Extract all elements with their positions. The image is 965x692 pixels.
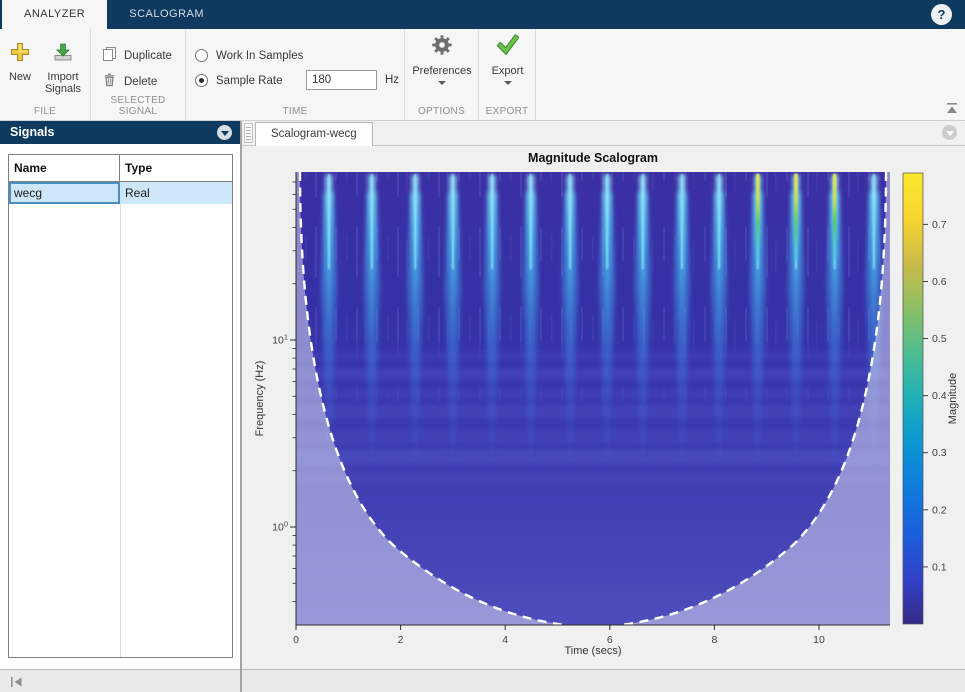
- column-divider: [120, 155, 121, 657]
- signals-table-header: Name Type: [9, 155, 232, 182]
- svg-text:0.1: 0.1: [932, 561, 947, 573]
- y-axis-label: Frequency (Hz): [254, 361, 266, 437]
- duplicate-icon: [102, 46, 117, 66]
- section-label-options: OPTIONS: [405, 106, 478, 117]
- scalogram-plot: 0246810100101Magnitude ScalogramTime (se…: [250, 147, 965, 661]
- svg-text:0.2: 0.2: [932, 504, 947, 516]
- signals-panel-header: Signals: [0, 121, 240, 144]
- work-in-samples-label: Work In Samples: [216, 50, 303, 62]
- section-export: Export EXPORT: [479, 29, 536, 120]
- signal-name-cell[interactable]: wecg: [9, 182, 120, 204]
- import-signals-label: Import Signals: [38, 71, 88, 95]
- duplicate-label: Duplicate: [124, 50, 172, 62]
- chevron-down-icon: [946, 131, 954, 136]
- sample-rate-radio[interactable]: Sample Rate: [195, 73, 282, 88]
- svg-text:0.4: 0.4: [932, 390, 947, 402]
- sample-rate-unit: Hz: [385, 74, 399, 86]
- panel-splitter[interactable]: [240, 121, 242, 692]
- section-selected-signal: Duplicate Delete SELECTED SIGNAL: [91, 29, 186, 120]
- new-button[interactable]: New: [2, 42, 38, 83]
- ribbon-toolbar: New Import Signals FILE: [0, 29, 965, 121]
- figure-area: 0246810100101Magnitude ScalogramTime (se…: [242, 146, 965, 669]
- tab-analyzer[interactable]: ANALYZER: [2, 0, 107, 29]
- scalogram-image: [296, 172, 890, 625]
- preferences-label: Preferences: [412, 65, 471, 77]
- sample-rate-input[interactable]: [306, 70, 377, 90]
- delete-button[interactable]: Delete: [102, 73, 157, 91]
- preferences-button[interactable]: Preferences: [405, 34, 479, 85]
- collapse-ribbon-button[interactable]: [945, 102, 959, 114]
- tab-scalogram[interactable]: SCALOGRAM: [107, 0, 226, 29]
- gear-icon: [431, 34, 453, 61]
- tab-scalogram-wecg[interactable]: Scalogram-wecg: [255, 122, 373, 147]
- check-icon: [497, 34, 519, 61]
- radio-selected-icon: [195, 74, 208, 87]
- svg-text:0: 0: [293, 634, 299, 646]
- svg-text:101: 101: [272, 333, 288, 347]
- panel-menu-button[interactable]: [217, 125, 232, 140]
- radio-unselected-icon: [195, 49, 208, 62]
- section-time: Work In Samples Sample Rate Hz TIME: [186, 29, 405, 120]
- svg-text:4: 4: [502, 634, 508, 646]
- work-in-samples-radio[interactable]: Work In Samples: [195, 48, 303, 63]
- chevron-down-icon: [438, 81, 446, 85]
- table-row[interactable]: wecg Real: [9, 182, 232, 204]
- import-signals-button[interactable]: Import Signals: [38, 42, 88, 95]
- signals-panel: Signals Name Type wecg Real: [0, 121, 240, 669]
- section-label-time: TIME: [186, 106, 404, 117]
- signal-type-cell[interactable]: Real: [120, 182, 232, 204]
- export-button[interactable]: Export: [479, 34, 536, 85]
- signals-panel-title: Signals: [10, 125, 54, 139]
- svg-text:0.5: 0.5: [932, 333, 947, 345]
- wavelet-analyzer-app: ANALYZER SCALOGRAM ? New: [0, 0, 965, 692]
- collapse-panel-icon[interactable]: [10, 675, 23, 692]
- svg-text:100: 100: [272, 520, 288, 534]
- chevron-down-icon: [221, 131, 229, 136]
- svg-text:10: 10: [813, 634, 825, 646]
- delete-label: Delete: [124, 76, 157, 88]
- chevron-down-icon: [504, 81, 512, 85]
- duplicate-button[interactable]: Duplicate: [102, 47, 172, 65]
- document-area: Scalogram-wecg 0246810100101Magnitude Sc…: [242, 121, 965, 669]
- section-label-selected-signal: SELECTED SIGNAL: [91, 95, 185, 117]
- x-axis-label: Time (secs): [564, 645, 621, 657]
- ribbon-spacer: [536, 29, 965, 120]
- export-label: Export: [492, 65, 524, 77]
- svg-text:0.7: 0.7: [932, 219, 947, 231]
- column-header-type[interactable]: Type: [120, 155, 232, 181]
- section-options: Preferences OPTIONS: [405, 29, 479, 120]
- colorbar-label: Magnitude: [947, 373, 959, 424]
- section-label-export: EXPORT: [479, 106, 535, 117]
- document-tab-bar: Scalogram-wecg: [242, 121, 965, 146]
- splitter-grip[interactable]: [244, 123, 253, 143]
- section-file: New Import Signals FILE: [0, 29, 91, 120]
- svg-text:0.6: 0.6: [932, 276, 947, 288]
- status-bar: [0, 669, 965, 692]
- question-icon: ?: [938, 7, 946, 22]
- svg-text:0.3: 0.3: [932, 447, 947, 459]
- plot-title: Magnitude Scalogram: [528, 151, 658, 165]
- plus-icon: [10, 42, 30, 67]
- signals-table: Name Type wecg Real: [8, 154, 233, 658]
- sample-rate-label: Sample Rate: [216, 75, 282, 87]
- toolstrip-tab-bar: ANALYZER SCALOGRAM ?: [0, 0, 965, 29]
- svg-text:2: 2: [398, 634, 404, 646]
- new-button-label: New: [9, 71, 31, 83]
- svg-text:8: 8: [711, 634, 717, 646]
- column-header-name[interactable]: Name: [9, 155, 120, 181]
- import-icon: [53, 42, 73, 67]
- trash-icon: [102, 72, 117, 92]
- help-button[interactable]: ?: [931, 4, 952, 25]
- colorbar: 0.1 0.2 0.3 0.4 0.5 0.6 0.7 Magnitude: [903, 173, 959, 624]
- section-label-file: FILE: [0, 106, 90, 117]
- document-menu-button[interactable]: [942, 125, 957, 140]
